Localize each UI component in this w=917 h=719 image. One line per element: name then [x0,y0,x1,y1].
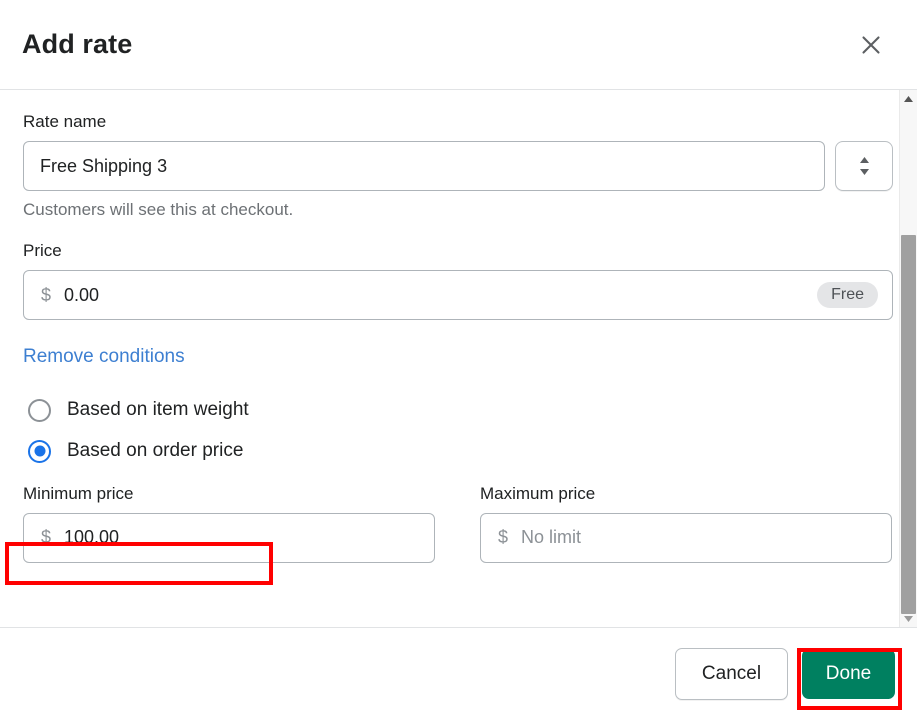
price-input[interactable]: $ 0.00 Free [23,270,893,321]
price-value: 0.00 [64,284,100,305]
minimum-price-group: Minimum price $ 100.00 [23,484,435,563]
scrollbar-track[interactable] [900,107,917,614]
triangle-up-icon[interactable] [900,90,917,107]
rate-name-field-group: Rate name Free Shipping 3 Customers will… [23,112,893,221]
modal-scrollbar[interactable] [899,90,917,627]
scrollbar-thumb[interactable] [901,235,916,614]
free-badge: Free [817,282,878,309]
maximum-price-placeholder: No limit [521,527,582,548]
radio-unchecked-icon [28,398,51,422]
minimum-price-input[interactable]: $ 100.00 [23,512,435,563]
maximum-price-input[interactable]: $ No limit [480,512,892,563]
remove-conditions-link[interactable]: Remove conditions [23,346,185,368]
price-label: Price [23,240,62,260]
radio-based-on-item-weight[interactable]: Based on item weight [23,395,267,425]
done-button[interactable]: Done [802,648,895,699]
minimum-price-currency-symbol: $ [41,527,52,548]
maximum-price-label: Maximum price [480,484,596,504]
price-field-group: Price $ 0.00 Free [23,240,893,321]
close-icon[interactable] [849,23,893,67]
add-rate-modal: Add rate Rate name Free Shipping 3 Custo… [0,0,917,719]
cancel-button[interactable]: Cancel [675,647,788,700]
radio-based-on-order-price[interactable]: Based on order price [23,436,267,466]
price-currency-symbol: $ [41,284,52,305]
modal-header: Add rate [0,0,917,90]
radio-label-order-price: Based on order price [67,440,244,462]
maximum-price-currency-symbol: $ [498,527,509,548]
price-range-row: Minimum price $ 100.00 Maximum price $ N… [23,484,893,563]
minimum-price-label: Minimum price [23,484,134,504]
maximum-price-group: Maximum price $ No limit [480,484,892,563]
minimum-price-value: 100.00 [64,527,120,548]
modal-footer: Cancel Done [0,627,917,719]
radio-checked-icon [28,439,51,463]
rate-name-row: Free Shipping 3 [23,141,893,192]
rate-name-help-text: Customers will see this at checkout. [23,200,294,220]
conditions-radio-group: Based on item weight Based on order pric… [23,395,893,466]
rate-name-label: Rate name [23,112,107,131]
page-title: Add rate [22,29,133,59]
rate-name-input[interactable]: Free Shipping 3 [23,141,825,192]
up-down-chevron-icon[interactable] [835,141,893,192]
radio-label-item-weight: Based on item weight [67,399,249,421]
modal-body: Rate name Free Shipping 3 Customers will… [0,90,917,627]
